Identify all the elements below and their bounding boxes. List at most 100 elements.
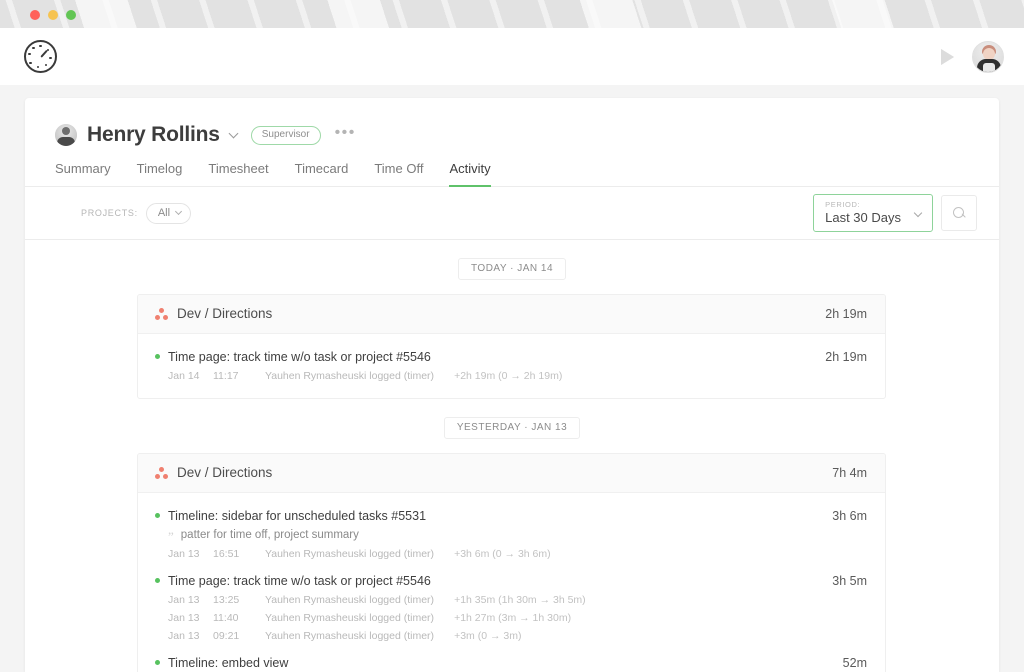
meta-actor: Yauhen Rymasheuski logged (timer) [265,612,434,624]
day-separator-label: TODAY · JAN 14 [458,258,566,280]
close-window-button[interactable] [30,10,40,20]
clock-hand [40,49,47,57]
avatar-body [57,137,75,146]
meta-delta: +1h 27m (3m → 1h 30m) [454,612,571,624]
activity-meta-row: Jan 13 13:25 Yauhen Rymasheuski logged (… [168,594,867,606]
task-total-time: 3h 5m [832,574,867,588]
chevron-down-icon[interactable] [228,129,238,139]
task-note: ” patter for time off, project summary [168,529,867,542]
chevron-down-icon [914,208,922,216]
period-selector[interactable]: PERIOD: Last 30 Days [813,194,933,232]
task-total-time: 3h 6m [832,509,867,523]
projects-filter-dropdown[interactable]: All [146,203,191,224]
play-icon[interactable] [941,49,954,65]
meta-time: 11:17 [213,370,265,382]
user-avatar[interactable] [972,41,1004,73]
project-total-time: 2h 19m [825,307,867,321]
minimize-window-button[interactable] [48,10,58,20]
meta-date: Jan 13 [168,612,213,624]
more-options-button[interactable]: ••• [335,124,356,142]
project-dots-icon [155,467,168,479]
timer-logo-icon[interactable] [24,40,57,73]
search-icon [953,207,966,220]
content-panel: Henry Rollins Supervisor ••• Summary Tim… [25,98,999,672]
status-dot-icon [155,354,160,359]
day-separator: YESTERDAY · JAN 13 [25,399,999,453]
activity-entry: Timeline: embed view 52m Jan 13 10:13 Ya… [155,646,867,672]
meta-time: 16:51 [213,548,265,560]
traffic-light-controls [30,10,76,20]
activity-card-body: Timeline: sidebar for unscheduled tasks … [138,493,885,672]
titlebar-texture [0,0,1024,28]
tab-timesheet[interactable]: Timesheet [208,161,268,186]
task-title[interactable]: Time page: track time w/o task or projec… [168,574,431,588]
meta-time: 13:25 [213,594,265,606]
task-title[interactable]: Timeline: sidebar for unscheduled tasks … [168,509,426,523]
meta-time: 11:40 [213,612,265,624]
tab-time-off[interactable]: Time Off [374,161,423,186]
filter-bar: PROJECTS: All PERIOD: Last 30 Days [25,187,999,240]
avatar-face [983,48,995,60]
app-header [0,28,1024,85]
clock-tick [49,57,51,59]
search-button[interactable] [941,195,977,231]
chevron-down-icon [175,208,182,215]
meta-date: Jan 13 [168,594,213,606]
activity-entry-header: Timeline: embed view 52m [155,656,867,670]
avatar-shirt [983,63,995,72]
status-dot-icon [155,578,160,583]
activity-card-header: Dev / Directions 7h 4m [138,454,885,493]
page-title: Henry Rollins [87,123,220,147]
maximize-window-button[interactable] [66,10,76,20]
meta-date: Jan 13 [168,630,213,642]
meta-actor: Yauhen Rymasheuski logged (timer) [265,370,434,382]
meta-actor: Yauhen Rymasheuski logged (timer) [265,594,434,606]
status-dot-icon [155,513,160,518]
meta-date: Jan 13 [168,548,213,560]
clock-tick [39,45,41,47]
activity-entry: Timeline: sidebar for unscheduled tasks … [155,499,867,564]
meta-delta: +3h 6m (0 → 3h 6m) [454,548,551,560]
tab-activity[interactable]: Activity [449,161,490,186]
avatar-head [62,127,70,135]
tab-timelog[interactable]: Timelog [137,161,183,186]
clock-tick [28,53,30,55]
project-dots-icon [155,308,168,320]
meta-actor: Yauhen Rymasheuski logged (timer) [265,548,434,560]
task-title[interactable]: Time page: track time w/o task or projec… [168,350,431,364]
meta-date: Jan 14 [168,370,213,382]
profile-header: Henry Rollins Supervisor ••• [25,98,999,147]
task-note-text: patter for time off, project summary [181,529,359,541]
activity-meta-row: Jan 13 09:21 Yauhen Rymasheuski logged (… [168,630,867,642]
meta-delta: +2h 19m (0 → 2h 19m) [454,370,562,382]
tab-timecard[interactable]: Timecard [295,161,349,186]
meta-delta: +1h 35m (1h 30m → 3h 5m) [454,594,586,606]
profile-avatar[interactable] [55,124,77,146]
activity-card-body: Time page: track time w/o task or projec… [138,334,885,398]
header-actions [941,41,1004,73]
day-separator-label: YESTERDAY · JAN 13 [444,417,580,439]
clock-tick [29,62,31,64]
projects-filter-value: All [158,207,170,219]
task-total-time: 2h 19m [825,350,867,364]
project-name[interactable]: Dev / Directions [177,306,272,321]
quote-icon: ” [168,530,174,543]
activity-card: Dev / Directions 7h 4m Timeline: sidebar… [137,453,886,672]
clock-tick [37,66,39,68]
activity-entry: Time page: track time w/o task or projec… [155,564,867,646]
activity-meta-row: Jan 13 11:40 Yauhen Rymasheuski logged (… [168,612,867,624]
activity-entry: Time page: track time w/o task or projec… [155,340,867,386]
activity-card-header: Dev / Directions 2h 19m [138,295,885,334]
status-dot-icon [155,660,160,665]
activity-entry-header: Time page: track time w/o task or projec… [155,574,867,588]
status-badge: Supervisor [251,126,321,145]
project-name[interactable]: Dev / Directions [177,465,272,480]
activity-entry-header: Timeline: sidebar for unscheduled tasks … [155,509,867,523]
activity-meta-row: Jan 13 16:51 Yauhen Rymasheuski logged (… [168,548,867,560]
clock-tick [45,64,47,66]
meta-delta: +3m (0 → 3m) [454,630,521,642]
meta-time: 09:21 [213,630,265,642]
tab-summary[interactable]: Summary [55,161,111,186]
task-title[interactable]: Timeline: embed view [168,656,288,670]
task-total-time: 52m [843,656,867,670]
